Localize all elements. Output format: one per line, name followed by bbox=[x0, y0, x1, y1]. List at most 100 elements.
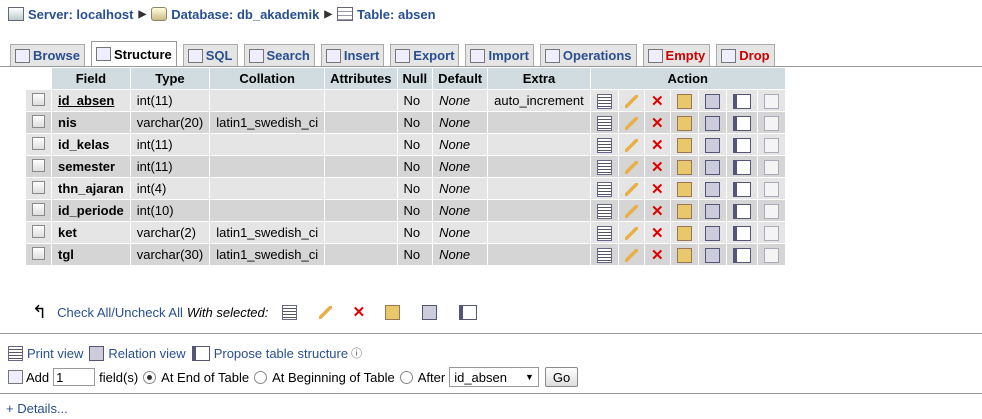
drop-icon[interactable]: ✕ bbox=[651, 204, 664, 219]
browse-icon[interactable] bbox=[596, 225, 612, 241]
index-selected-icon[interactable] bbox=[459, 304, 478, 320]
drop-icon[interactable]: ✕ bbox=[651, 160, 664, 175]
drop-selected-icon[interactable]: ✕ bbox=[352, 305, 366, 320]
at-end-radio[interactable] bbox=[143, 370, 157, 384]
index-icon[interactable] bbox=[732, 159, 751, 175]
details-link[interactable]: + Details... bbox=[6, 401, 68, 416]
tab-label: Export bbox=[413, 48, 455, 63]
row-checkbox[interactable] bbox=[32, 202, 45, 216]
tab-import[interactable]: Import bbox=[465, 44, 534, 66]
tab-sql[interactable]: SQL bbox=[182, 44, 238, 66]
primary-selected-icon[interactable] bbox=[385, 304, 401, 320]
browse-selected-icon[interactable] bbox=[282, 304, 298, 320]
unique-icon[interactable] bbox=[704, 225, 720, 241]
primary-key-icon[interactable] bbox=[676, 225, 692, 241]
breadcrumb-table[interactable]: Table: absen bbox=[357, 7, 436, 22]
tab-browse[interactable]: Browse bbox=[10, 44, 85, 66]
primary-key-icon[interactable] bbox=[676, 203, 692, 219]
at-beginning-radio[interactable] bbox=[254, 370, 268, 384]
tab-operations[interactable]: Operations bbox=[539, 44, 637, 66]
index-icon[interactable] bbox=[732, 225, 751, 241]
edit-icon[interactable] bbox=[624, 249, 638, 263]
relation-view-link[interactable]: Relation view bbox=[108, 346, 185, 361]
fulltext-icon[interactable] bbox=[763, 181, 779, 197]
after-field-select[interactable]: id_absen ▼ bbox=[449, 367, 539, 387]
edit-icon[interactable] bbox=[624, 205, 638, 219]
unique-icon[interactable] bbox=[704, 247, 720, 263]
browse-icon[interactable] bbox=[596, 247, 612, 263]
field-count-input[interactable] bbox=[53, 368, 96, 386]
extra-cell bbox=[488, 112, 590, 133]
drop-icon[interactable]: ✕ bbox=[651, 226, 664, 241]
fulltext-icon[interactable] bbox=[763, 225, 779, 241]
drop-icon[interactable]: ✕ bbox=[651, 248, 664, 263]
breadcrumb-database[interactable]: Database: db_akademik bbox=[171, 7, 319, 22]
row-checkbox[interactable] bbox=[32, 246, 45, 260]
edit-icon[interactable] bbox=[624, 227, 638, 241]
primary-key-icon[interactable] bbox=[676, 181, 692, 197]
after-radio[interactable] bbox=[399, 370, 413, 384]
column-header-field[interactable]: Field bbox=[52, 68, 130, 89]
primary-key-icon[interactable] bbox=[676, 247, 692, 263]
tab-insert[interactable]: Insert bbox=[320, 44, 385, 66]
unique-icon[interactable] bbox=[704, 159, 720, 175]
edit-icon[interactable] bbox=[624, 95, 638, 109]
browse-icon[interactable] bbox=[596, 93, 612, 109]
edit-icon[interactable] bbox=[624, 139, 638, 153]
row-checkbox[interactable] bbox=[32, 224, 45, 238]
tab-empty[interactable]: Empty bbox=[642, 44, 711, 66]
unique-icon[interactable] bbox=[704, 115, 720, 131]
fulltext-icon[interactable] bbox=[763, 137, 779, 153]
tab-drop[interactable]: Drop bbox=[716, 44, 775, 66]
drop-icon[interactable]: ✕ bbox=[651, 182, 664, 197]
edit-icon[interactable] bbox=[624, 183, 638, 197]
fulltext-icon[interactable] bbox=[763, 115, 779, 131]
unique-icon[interactable] bbox=[704, 137, 720, 153]
browse-icon[interactable] bbox=[596, 115, 612, 131]
edit-icon[interactable] bbox=[624, 117, 638, 131]
primary-key-icon[interactable] bbox=[676, 137, 692, 153]
tab-structure[interactable]: Structure bbox=[90, 41, 177, 66]
row-checkbox[interactable] bbox=[32, 114, 45, 128]
browse-icon[interactable] bbox=[596, 181, 612, 197]
unique-icon[interactable] bbox=[704, 93, 720, 109]
fulltext-icon[interactable] bbox=[763, 159, 779, 175]
drop-icon[interactable]: ✕ bbox=[651, 116, 664, 131]
row-checkbox[interactable] bbox=[32, 180, 45, 194]
primary-key-icon[interactable] bbox=[676, 159, 692, 175]
index-icon[interactable] bbox=[732, 203, 751, 219]
uncheck-all-link[interactable]: Uncheck All bbox=[115, 305, 183, 320]
fulltext-icon[interactable] bbox=[763, 247, 779, 263]
browse-icon[interactable] bbox=[596, 159, 612, 175]
action-cell bbox=[726, 112, 757, 133]
fulltext-icon[interactable] bbox=[763, 93, 779, 109]
breadcrumb-server[interactable]: Server: localhost bbox=[28, 7, 134, 22]
propose-structure-link[interactable]: Propose table structure bbox=[214, 346, 348, 361]
help-icon[interactable]: ⓘ bbox=[351, 345, 362, 361]
browse-icon[interactable] bbox=[596, 137, 612, 153]
tab-export[interactable]: Export bbox=[390, 44, 460, 66]
fulltext-icon[interactable] bbox=[763, 203, 779, 219]
unique-selected-icon[interactable] bbox=[422, 304, 438, 320]
row-checkbox[interactable] bbox=[32, 158, 45, 172]
check-all-link[interactable]: Check All bbox=[57, 305, 111, 320]
tab-search[interactable]: Search bbox=[243, 44, 315, 66]
edit-selected-icon[interactable] bbox=[319, 305, 333, 319]
unique-icon[interactable] bbox=[704, 181, 720, 197]
drop-icon[interactable]: ✕ bbox=[651, 94, 664, 109]
edit-icon[interactable] bbox=[624, 161, 638, 175]
print-view-link[interactable]: Print view bbox=[27, 346, 83, 361]
row-checkbox[interactable] bbox=[32, 136, 45, 150]
index-icon[interactable] bbox=[732, 137, 751, 153]
unique-icon[interactable] bbox=[704, 203, 720, 219]
primary-key-icon[interactable] bbox=[676, 115, 692, 131]
index-icon[interactable] bbox=[732, 115, 751, 131]
primary-key-icon[interactable] bbox=[676, 93, 692, 109]
browse-icon[interactable] bbox=[596, 203, 612, 219]
row-checkbox[interactable] bbox=[32, 92, 45, 106]
index-icon[interactable] bbox=[732, 181, 751, 197]
go-button[interactable]: Go bbox=[544, 367, 579, 387]
index-icon[interactable] bbox=[732, 247, 751, 263]
index-icon[interactable] bbox=[732, 93, 751, 109]
drop-icon[interactable]: ✕ bbox=[651, 138, 664, 153]
